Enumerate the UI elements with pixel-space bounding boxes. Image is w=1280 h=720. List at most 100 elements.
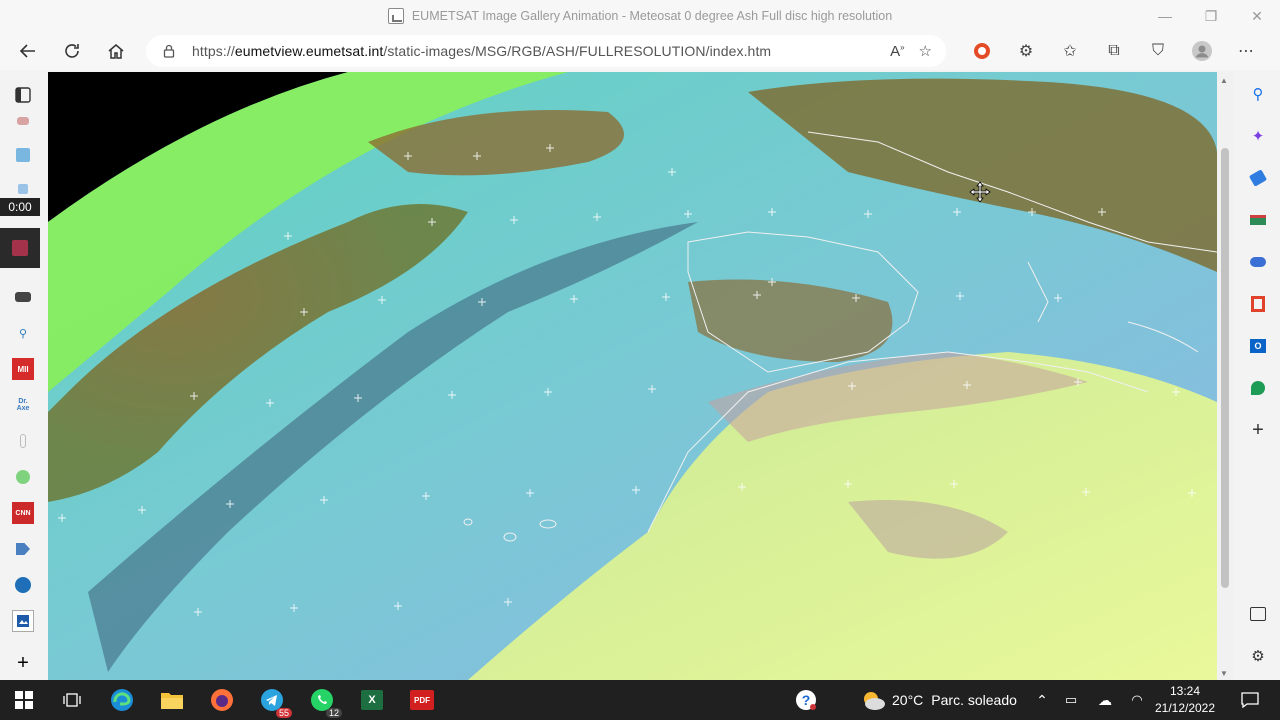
tab-item[interactable]: [12, 574, 34, 596]
tab-actions-button[interactable]: [12, 84, 34, 106]
scroll-thumb[interactable]: [1221, 148, 1229, 588]
start-button[interactable]: [10, 686, 38, 714]
collections-icon: ⧉: [1108, 42, 1120, 59]
satellite-image[interactable]: [48, 72, 1217, 680]
close-button[interactable]: ✕: [1234, 0, 1280, 32]
new-tab-button[interactable]: +: [12, 652, 34, 674]
tab-item[interactable]: MII: [12, 358, 34, 380]
sidebar-office-button[interactable]: [1248, 294, 1268, 314]
whatsapp-button[interactable]: 12: [308, 686, 342, 718]
stop-recording-button[interactable]: [0, 228, 40, 268]
scroll-up-arrow-icon[interactable]: ▲: [1220, 76, 1228, 85]
whatsapp-badge: 12: [325, 708, 342, 718]
taskbar-clock[interactable]: 13:24 21/12/2022: [1150, 683, 1220, 717]
tab-panel-icon: [15, 87, 31, 103]
back-button[interactable]: [10, 35, 46, 67]
wifi-icon[interactable]: ◠: [1122, 692, 1152, 708]
address-bar-actions: A» ☆: [890, 35, 932, 67]
sidebar-copilot-button[interactable]: ✦: [1248, 126, 1268, 146]
firefox-button[interactable]: [208, 686, 236, 714]
task-view-button[interactable]: [58, 686, 86, 714]
sidebar-tools-button[interactable]: [1248, 210, 1268, 230]
tab-item[interactable]: ⚲: [12, 322, 34, 344]
windows-taskbar: 55 12 X PDF ? 20°C Parc. soleado ⌃ ▭ ☁ ◠…: [0, 680, 1280, 720]
forward-icon: [16, 543, 30, 555]
restore-button[interactable]: ❐: [1188, 0, 1234, 32]
window-controls: — ❐ ✕: [1142, 0, 1280, 32]
notifications-button[interactable]: [1236, 686, 1264, 714]
refresh-button[interactable]: [54, 35, 90, 67]
edge-taskbar-button[interactable]: [108, 686, 136, 714]
sidebar-settings-button[interactable]: ⚙: [1248, 646, 1268, 666]
svg-text:?: ?: [802, 692, 811, 708]
tab-favicon-icon: [17, 117, 29, 125]
vertical-tabs-sidebar: 0:00 ⚲ MII Dr. Axe CNN +: [0, 70, 47, 680]
sidebar-shopping-button[interactable]: [1248, 168, 1268, 188]
image-gallery-icon: [387, 8, 404, 24]
favorites-button[interactable]: ✩: [1048, 32, 1092, 70]
file-explorer-button[interactable]: [158, 686, 186, 714]
extensions-button[interactable]: ⚙: [1004, 32, 1048, 70]
excel-icon: X: [361, 690, 383, 710]
tab-item[interactable]: Dr. Axe: [12, 394, 34, 416]
edge-browser-icon: [111, 689, 133, 711]
navigation-bar: https://eumetview.eumetsat.int/static-im…: [0, 32, 1280, 70]
tab-item[interactable]: [12, 286, 34, 308]
page-scrollbar[interactable]: ▲ ▼: [1217, 72, 1233, 680]
tab-item[interactable]: [12, 538, 34, 560]
minimize-button[interactable]: —: [1142, 0, 1188, 32]
favorites-star-icon: ✩: [1063, 43, 1077, 60]
weather-widget[interactable]: 20°C Parc. soleado: [860, 680, 1017, 720]
tab-item[interactable]: CNN: [12, 502, 34, 524]
help-tray-button[interactable]: ?: [792, 686, 820, 714]
home-icon: [108, 44, 124, 59]
cnn-tab-label: CNN: [15, 509, 31, 517]
active-tab-item[interactable]: [12, 610, 34, 632]
sidebar-hide-button[interactable]: [1248, 604, 1268, 624]
avatar-icon: [1192, 41, 1212, 61]
excel-button[interactable]: X: [358, 686, 386, 714]
meteosat-ash-rgb-map: [48, 72, 1217, 680]
pdf-reader-button[interactable]: PDF: [408, 686, 436, 714]
tab-item[interactable]: [12, 178, 34, 200]
recording-timer: 0:00: [0, 198, 40, 216]
globe-icon: [15, 577, 31, 593]
browser-toolbar: ⚙ ✩ ⧉ ⛉ ⋯: [960, 32, 1268, 70]
telegram-button[interactable]: 55: [258, 686, 292, 718]
sidebar-search-button[interactable]: ⚲: [1248, 84, 1268, 104]
settings-more-button[interactable]: ⋯: [1224, 32, 1268, 70]
tab-item[interactable]: [12, 466, 34, 488]
read-aloud-icon[interactable]: A»: [890, 43, 904, 60]
notification-icon: [1241, 692, 1259, 708]
extension-shield-button[interactable]: [960, 32, 1004, 70]
sidebar-add-button[interactable]: +: [1248, 418, 1268, 441]
profile-button[interactable]: [1180, 32, 1224, 70]
scroll-down-arrow-icon[interactable]: ▼: [1220, 669, 1228, 678]
url-path: /static-images/MSG/RGB/ASH/FULLRESOLUTIO…: [383, 43, 772, 59]
system-tray: ⌃ ▭ ☁ ◠: [1030, 680, 1152, 720]
game-controller-icon: [1250, 257, 1266, 267]
onedrive-cloud-icon[interactable]: ☁: [1088, 692, 1122, 709]
meet-now-icon[interactable]: ▭: [1054, 692, 1088, 708]
chevron-up-icon[interactable]: ⌃: [1030, 692, 1054, 709]
sidebar-drop-button[interactable]: [1248, 378, 1268, 398]
tab-plus-icon: [16, 148, 30, 162]
plus-icon: +: [1252, 418, 1264, 441]
home-button[interactable]: [98, 35, 134, 67]
add-favorite-icon[interactable]: ☆: [919, 42, 932, 60]
stop-icon: [12, 240, 28, 256]
browser-essentials-button[interactable]: ⛉: [1136, 32, 1180, 70]
sidebar-outlook-button[interactable]: O: [1248, 336, 1268, 356]
help-question-icon: ?: [796, 690, 816, 710]
tab-item[interactable]: [12, 144, 34, 166]
refresh-icon: [65, 44, 79, 58]
lock-icon[interactable]: [162, 44, 176, 58]
collections-button[interactable]: ⧉: [1092, 32, 1136, 70]
windows-logo-icon: [15, 691, 33, 709]
tab-item[interactable]: [12, 430, 34, 452]
play-icon: [16, 470, 30, 484]
address-bar[interactable]: https://eumetview.eumetsat.int/static-im…: [146, 35, 946, 67]
tab-item[interactable]: [12, 110, 34, 132]
url-text[interactable]: https://eumetview.eumetsat.int/static-im…: [192, 43, 771, 59]
sidebar-games-button[interactable]: [1248, 252, 1268, 272]
